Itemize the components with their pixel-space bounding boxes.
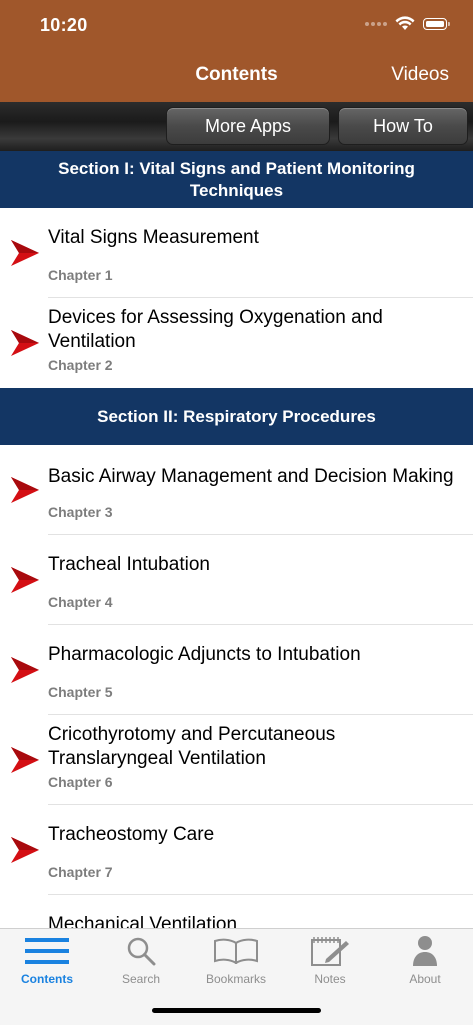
red-arrow-icon bbox=[11, 837, 39, 863]
tab-label: Bookmarks bbox=[205, 972, 267, 986]
red-arrow-icon bbox=[11, 567, 39, 593]
chapter-number: Chapter 4 bbox=[48, 594, 113, 610]
notepad-icon bbox=[311, 937, 349, 966]
cellular-signal-icon bbox=[365, 21, 387, 26]
list-item[interactable]: Basic Airway Management and Decision Mak… bbox=[0, 445, 473, 535]
tab-notes[interactable]: Notes bbox=[283, 935, 377, 989]
chapter-number: Chapter 2 bbox=[48, 357, 113, 373]
wifi-icon bbox=[395, 16, 415, 30]
section-header: Section I: Vital Signs and Patient Monit… bbox=[0, 151, 473, 208]
search-icon bbox=[127, 937, 156, 966]
list-item[interactable]: Mechanical Ventilation bbox=[0, 895, 473, 928]
tab-label: Search bbox=[121, 972, 161, 986]
red-arrow-icon bbox=[11, 657, 39, 683]
chapter-title: Mechanical Ventilation bbox=[48, 914, 238, 928]
book-icon bbox=[214, 938, 258, 964]
list-item[interactable]: Tracheal Intubation Chapter 4 bbox=[0, 535, 473, 625]
list-icon bbox=[25, 938, 69, 964]
list-item[interactable]: Tracheostomy Care Chapter 7 bbox=[0, 805, 473, 895]
chapter-title: Tracheal Intubation bbox=[48, 554, 210, 575]
chapter-title: Cricothyrotomy and Percutaneous Translar… bbox=[48, 724, 336, 769]
chapter-title: Vital Signs Measurement bbox=[48, 227, 259, 248]
tab-search[interactable]: Search bbox=[94, 935, 188, 989]
list-item[interactable]: Vital Signs Measurement Chapter 1 bbox=[0, 208, 473, 298]
how-to-button[interactable]: How To bbox=[338, 107, 468, 145]
videos-button[interactable]: Videos bbox=[391, 64, 449, 86]
chapter-title: Basic Airway Management and Decision Mak… bbox=[48, 466, 454, 487]
chapter-number: Chapter 3 bbox=[48, 504, 113, 520]
list-item[interactable]: Cricothyrotomy and Percutaneous Translar… bbox=[0, 715, 473, 805]
contents-list: Section I: Vital Signs and Patient Monit… bbox=[0, 151, 473, 928]
red-arrow-icon bbox=[11, 330, 39, 356]
list-item[interactable]: Devices for Assessing Oxygenation and Ve… bbox=[0, 298, 473, 388]
tab-label: Contents bbox=[21, 972, 73, 986]
red-arrow-icon bbox=[11, 747, 39, 773]
status-time: 10:20 bbox=[40, 15, 88, 35]
tab-label: Notes bbox=[314, 972, 346, 986]
chapter-number: Chapter 1 bbox=[48, 267, 113, 283]
chapter-title: Pharmacologic Adjuncts to Intubation bbox=[48, 644, 361, 665]
red-arrow-icon bbox=[11, 240, 39, 266]
chapter-title: Devices for Assessing Oxygenation and Ve… bbox=[48, 307, 383, 352]
navigation-bar: Contents Videos bbox=[0, 50, 473, 102]
status-bar: 10:20 bbox=[0, 0, 473, 50]
tab-contents[interactable]: Contents bbox=[0, 935, 94, 989]
home-indicator[interactable] bbox=[152, 1008, 321, 1013]
tab-label: About bbox=[409, 972, 441, 986]
tab-bookmarks[interactable]: Bookmarks bbox=[189, 935, 283, 989]
section-header: Section II: Respiratory Procedures bbox=[0, 388, 473, 445]
list-item[interactable]: Pharmacologic Adjuncts to Intubation Cha… bbox=[0, 625, 473, 715]
status-icons bbox=[365, 16, 450, 31]
red-arrow-icon bbox=[11, 477, 39, 503]
chapter-number: Chapter 7 bbox=[48, 864, 113, 880]
tab-about[interactable]: About bbox=[378, 935, 472, 989]
section-title: Section I: Vital Signs and Patient Monit… bbox=[58, 158, 415, 200]
section-title: Section II: Respiratory Procedures bbox=[97, 406, 376, 426]
more-apps-button[interactable]: More Apps bbox=[166, 107, 330, 145]
chapter-number: Chapter 6 bbox=[48, 774, 113, 790]
chapter-number: Chapter 5 bbox=[48, 684, 113, 700]
toolbar: More Apps How To bbox=[0, 102, 473, 152]
chapter-title: Tracheostomy Care bbox=[48, 824, 215, 845]
person-icon bbox=[413, 936, 437, 966]
battery-icon bbox=[423, 17, 450, 30]
